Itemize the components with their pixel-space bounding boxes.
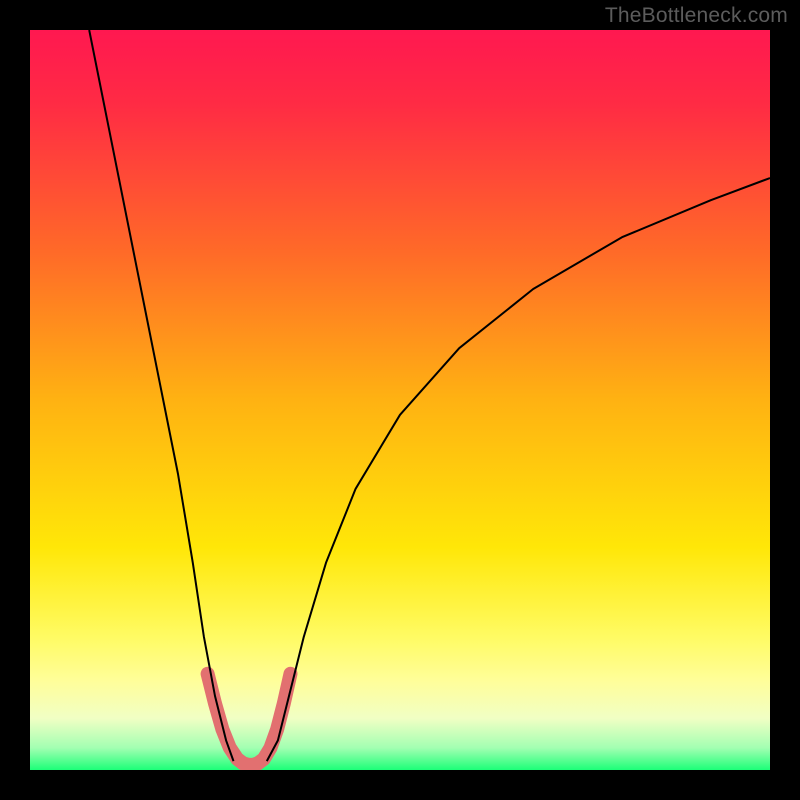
gradient-background <box>30 30 770 770</box>
chart-svg <box>30 30 770 770</box>
watermark-text: TheBottleneck.com <box>605 4 788 28</box>
chart-frame: TheBottleneck.com <box>0 0 800 800</box>
plot-area <box>30 30 770 770</box>
